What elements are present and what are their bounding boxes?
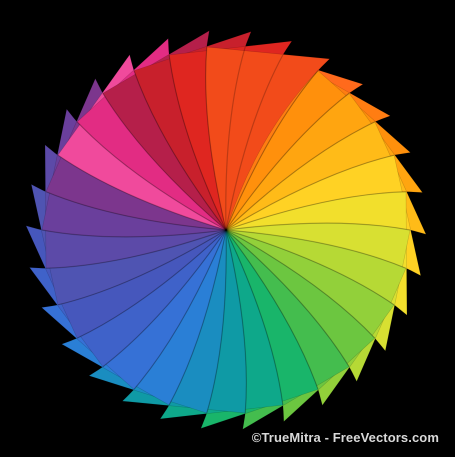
artwork-canvas: ©TrueMitra - FreeVectors.com — [0, 0, 455, 457]
color-wheel-graphic — [25, 30, 427, 430]
watermark-credit: ©TrueMitra - FreeVectors.com — [251, 430, 439, 445]
